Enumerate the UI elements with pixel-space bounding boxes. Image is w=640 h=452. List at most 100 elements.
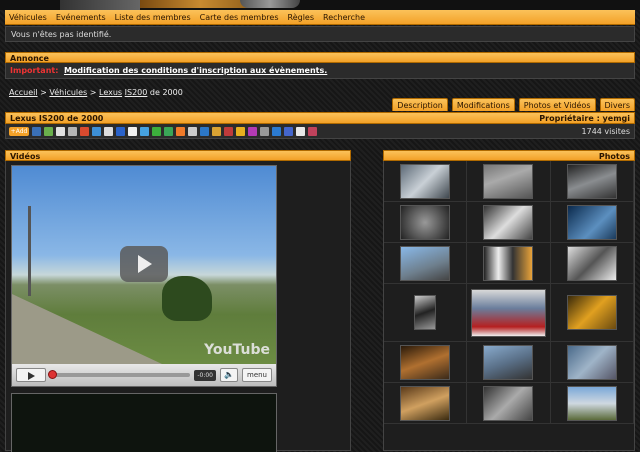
photo-thumbnail[interactable] [483, 344, 534, 380]
breadcrumb-model[interactable]: IS200 [125, 88, 148, 97]
photo-thumbnail[interactable] [566, 344, 617, 380]
share-icon[interactable] [308, 126, 317, 136]
nav-item-liste-membres[interactable]: Liste des membres [115, 13, 191, 22]
photos-panel: Photos [383, 150, 635, 452]
share-icon[interactable] [68, 126, 77, 136]
photo-cell [467, 243, 551, 284]
login-status: Vous n'êtes pas identifié. [5, 26, 635, 42]
video-scene [162, 276, 212, 321]
play-overlay-button[interactable] [120, 246, 168, 282]
photo-cell [384, 383, 468, 424]
share-icon[interactable] [212, 126, 221, 136]
photos-title: Photos [383, 150, 635, 161]
announcement-link[interactable]: Modification des conditions d'inscriptio… [64, 66, 327, 75]
photo-cell [550, 383, 634, 424]
video-player-2[interactable] [11, 393, 277, 452]
top-banner [0, 0, 640, 10]
site-logo[interactable] [60, 0, 140, 10]
photos-body [383, 161, 635, 451]
login-status-text: Vous n'êtes pas identifié. [11, 30, 112, 39]
vehicle-header: Lexus IS200 de 2000 Propriétaire : yemgi [5, 112, 635, 124]
bookmark-icon[interactable] [32, 126, 41, 136]
youtube-logo: YouTube [204, 342, 270, 358]
share-icon[interactable] [128, 126, 137, 136]
photo-cell [550, 202, 634, 243]
share-icon[interactable] [152, 126, 161, 136]
photo-cell [467, 161, 551, 202]
breadcrumb-brand[interactable]: Lexus [99, 88, 122, 97]
photo-cell [550, 243, 634, 284]
tab-description[interactable]: Description [392, 98, 448, 111]
share-icon[interactable] [104, 126, 113, 136]
share-icon[interactable] [284, 126, 293, 136]
player-menu-button[interactable]: menu [242, 368, 272, 382]
tab-modifications[interactable]: Modifications [451, 98, 515, 111]
video-scene [28, 206, 31, 296]
share-icon[interactable] [272, 126, 281, 136]
main-navbar: Véhicules Evénements Liste des membres C… [5, 10, 635, 25]
nav-item-carte-membres[interactable]: Carte des membres [200, 13, 279, 22]
vehicle-tabs: Description Modifications Photos et Vidé… [392, 98, 635, 111]
seek-bar[interactable] [48, 370, 191, 379]
photo-thumbnail[interactable] [483, 245, 534, 281]
video-player[interactable]: YouTube -0:00 🔈 menu [11, 165, 277, 387]
announcement-body: Important: Modification des conditions d… [5, 63, 635, 79]
breadcrumb-vehicles[interactable]: Véhicules [49, 88, 87, 97]
share-icon[interactable] [116, 126, 125, 136]
photo-thumbnail[interactable] [400, 385, 451, 421]
breadcrumb-sep: > [37, 88, 50, 97]
video-frame[interactable]: YouTube [12, 166, 276, 364]
photo-thumbnail[interactable] [414, 295, 437, 330]
share-icon[interactable] [248, 126, 257, 136]
photo-thumbnail[interactable] [400, 245, 451, 281]
nav-item-vehicules[interactable]: Véhicules [9, 13, 47, 22]
share-icon[interactable] [80, 126, 89, 136]
announcement-label: Important: [10, 66, 59, 75]
share-icon[interactable] [140, 126, 149, 136]
share-icon[interactable] [260, 126, 269, 136]
photo-cell [384, 161, 468, 202]
share-icon[interactable] [176, 126, 185, 136]
add-bookmark-button[interactable]: +Add [9, 126, 29, 136]
share-icon[interactable] [236, 126, 245, 136]
volume-icon[interactable]: 🔈 [220, 368, 238, 382]
photo-thumbnail[interactable] [483, 204, 534, 240]
breadcrumb-sep: > [87, 88, 100, 97]
photo-thumbnail[interactable] [566, 245, 617, 281]
share-icon[interactable] [296, 126, 305, 136]
nav-item-regles[interactable]: Règles [288, 13, 315, 22]
photo-thumbnail[interactable] [566, 385, 617, 421]
tab-divers[interactable]: Divers [599, 98, 635, 111]
photo-cell [384, 342, 468, 383]
photo-thumbnail[interactable] [483, 163, 534, 199]
breadcrumb-home[interactable]: Accueil [9, 88, 38, 97]
vehicle-owner: Propriétaire : yemgi [539, 114, 630, 123]
nav-item-recherche[interactable]: Recherche [323, 13, 365, 22]
photo-thumbnail[interactable] [566, 163, 617, 199]
photo-cell [550, 284, 634, 342]
photo-thumbnail[interactable] [470, 288, 546, 337]
video-scene [12, 294, 162, 364]
share-icon[interactable] [92, 126, 101, 136]
nav-item-evenements[interactable]: Evénements [56, 13, 106, 22]
tab-photos-videos[interactable]: Photos et Vidéos [518, 98, 596, 111]
share-icon[interactable] [164, 126, 173, 136]
share-icon[interactable] [200, 126, 209, 136]
share-icon[interactable] [56, 126, 65, 136]
share-icon[interactable] [188, 126, 197, 136]
breadcrumb-suffix: de 2000 [147, 88, 183, 97]
photo-thumbnail[interactable] [483, 385, 534, 421]
photo-thumbnail[interactable] [566, 295, 617, 330]
photo-thumbnail[interactable] [400, 344, 451, 380]
share-icon[interactable] [44, 126, 53, 136]
share-icon[interactable] [224, 126, 233, 136]
photo-thumbnail[interactable] [566, 204, 617, 240]
photo-cell [550, 161, 634, 202]
breadcrumb: Accueil > Véhicules > Lexus IS200 de 200… [9, 88, 183, 97]
photo-thumbnail[interactable] [400, 163, 451, 199]
photo-thumbnail[interactable] [400, 204, 451, 240]
photo-cell [467, 202, 551, 243]
seek-handle[interactable] [48, 370, 57, 379]
play-button[interactable] [16, 368, 46, 382]
share-toolbar: +Add 1744 visites [5, 124, 635, 139]
